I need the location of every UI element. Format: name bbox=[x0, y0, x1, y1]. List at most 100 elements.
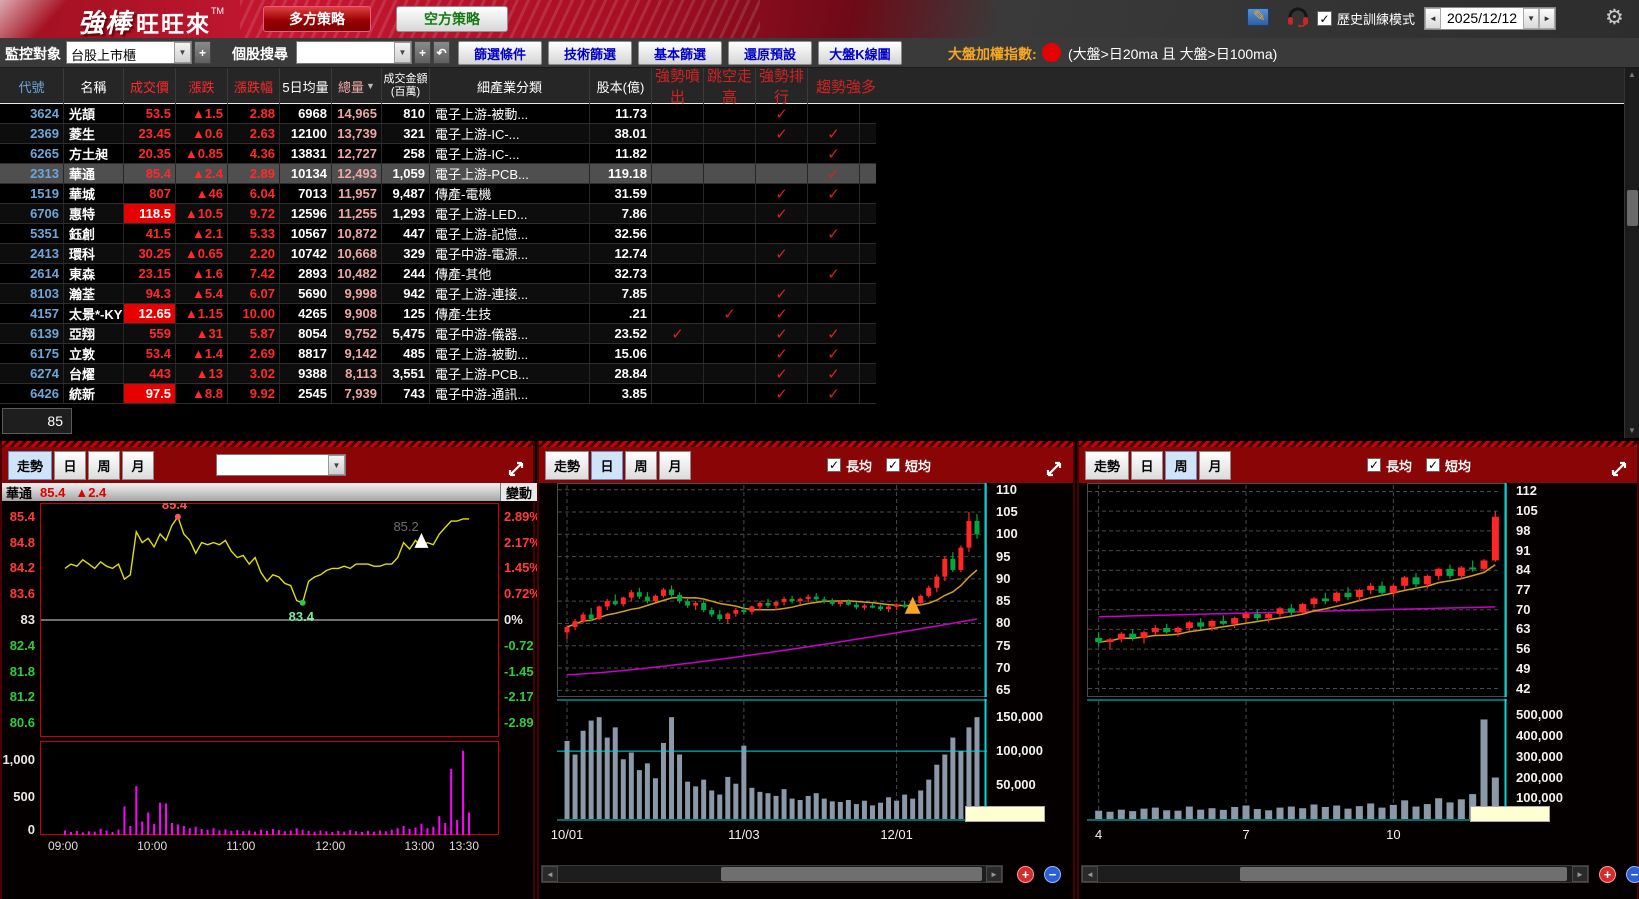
table-row[interactable]: 6426 統新 97.5 ▲8.8 9.92 2545 7,939 743 電子中游-通訊...… bbox=[0, 384, 876, 404]
column-header-4[interactable]: 漲跌 bbox=[176, 68, 228, 104]
column-header-6[interactable]: 5日均量 bbox=[280, 68, 332, 104]
filter-button-4[interactable]: 還原預設 bbox=[728, 41, 812, 65]
scroll-left-icon[interactable]: ◄ bbox=[542, 866, 558, 882]
settings-gear-icon[interactable]: ⚙ bbox=[1605, 5, 1624, 30]
weekly-volume-chart[interactable] bbox=[1087, 699, 1507, 821]
daily-volume-axis: 150,000100,00050,0000 bbox=[993, 699, 1067, 823]
long-strategy-button[interactable]: 多方策略 bbox=[263, 6, 371, 32]
scrollbar-thumb[interactable] bbox=[1240, 867, 1568, 881]
column-header-9[interactable]: 細產業分類 bbox=[430, 68, 590, 104]
column-header-8[interactable]: 成交金額(百萬) bbox=[382, 68, 430, 104]
monitor-add-button[interactable]: + bbox=[194, 41, 211, 64]
tab-周[interactable]: 周 bbox=[88, 450, 121, 480]
monitor-target-select[interactable]: 台股上市櫃 ▼ bbox=[66, 41, 192, 64]
tab-周[interactable]: 周 bbox=[1165, 450, 1198, 480]
table-row[interactable]: 2313 華通 85.4 ▲2.4 2.89 10134 12,493 1,059 電子上游-P… bbox=[0, 164, 876, 184]
chevron-down-icon[interactable]: ▼ bbox=[174, 42, 191, 63]
chevron-down-icon[interactable]: ▼ bbox=[394, 42, 411, 63]
short-strategy-button[interactable]: 空方策略 bbox=[396, 6, 508, 32]
expand-panel-icon[interactable] bbox=[1044, 459, 1064, 484]
column-header-11[interactable]: 強勢噴出 bbox=[652, 68, 704, 106]
headset-support-icon[interactable] bbox=[1286, 7, 1310, 32]
daily-price-chart[interactable] bbox=[557, 483, 987, 697]
column-header-12[interactable]: 跳空走高 bbox=[704, 68, 756, 106]
scroll-up-icon[interactable]: ▲ bbox=[1626, 69, 1638, 81]
tab-月[interactable]: 月 bbox=[659, 450, 692, 480]
column-header-14[interactable]: 趨勢強多 bbox=[808, 68, 1639, 104]
table-row[interactable]: 2413 環科 30.25 ▲0.65 2.20 10742 10,668 329 電子中游-電… bbox=[0, 244, 876, 264]
date-next-button[interactable]: ► bbox=[1539, 8, 1556, 29]
tab-周[interactable]: 周 bbox=[625, 450, 658, 480]
tab-日[interactable]: 日 bbox=[591, 450, 624, 480]
column-header-13[interactable]: 強勢排行 bbox=[756, 68, 808, 106]
stock-search-select[interactable]: ▼ bbox=[296, 41, 412, 64]
column-header-1[interactable]: 代號 bbox=[0, 68, 64, 104]
table-vertical-scrollbar[interactable]: ▲ ▼ bbox=[1624, 68, 1639, 438]
ma-checkbox-短均[interactable]: ✓ bbox=[1426, 458, 1441, 472]
table-row[interactable]: 6139 亞翔 559 ▲31 5.87 8054 9,752 5,475 電子中游-儀器...… bbox=[0, 324, 876, 344]
tab-月[interactable]: 月 bbox=[122, 450, 155, 480]
tab-走勢[interactable]: 走勢 bbox=[8, 450, 53, 480]
filter-button-3[interactable]: 基本篩選 bbox=[638, 41, 722, 65]
column-header-2[interactable]: 名稱 bbox=[64, 68, 124, 104]
table-row[interactable]: 6706 惠特 118.5 ▲10.5 9.72 12596 11,255 1,293 電子上游… bbox=[0, 204, 876, 224]
scrollbar-track[interactable] bbox=[1098, 866, 1572, 882]
scroll-right-icon[interactable]: ► bbox=[986, 866, 1002, 882]
ma-checkbox-長均[interactable]: ✓ bbox=[1367, 458, 1382, 472]
column-header-10[interactable]: 股本(億) bbox=[590, 68, 652, 104]
table-row[interactable]: 4157 太景*-KY 12.65 ▲1.15 10.00 4265 9,908 125 傳產-… bbox=[0, 304, 876, 324]
table-row[interactable]: 2369 菱生 23.45 ▲0.6 2.63 12100 13,739 321 電子上游-IC… bbox=[0, 124, 876, 144]
ma-checkbox-短均[interactable]: ✓ bbox=[886, 458, 901, 472]
weekly-price-chart[interactable] bbox=[1087, 483, 1507, 697]
daily-horizontal-scrollbar[interactable]: ◄ ► bbox=[541, 865, 1003, 883]
tab-日[interactable]: 日 bbox=[1131, 450, 1164, 480]
scrollbar-thumb[interactable] bbox=[1627, 190, 1638, 226]
table-row[interactable]: 6175 立敦 53.4 ▲1.4 2.69 8817 9,142 485 電子上游-被動...… bbox=[0, 344, 876, 364]
search-add-button[interactable]: + bbox=[414, 41, 431, 64]
date-prev-button[interactable]: ◄ bbox=[1425, 8, 1441, 29]
scrollbar-track[interactable] bbox=[558, 866, 986, 882]
column-header-5[interactable]: 漲跌幅 bbox=[228, 68, 280, 104]
scroll-left-icon[interactable]: ◄ bbox=[1082, 866, 1098, 882]
filter-button-2[interactable]: 技術篩選 bbox=[548, 41, 632, 65]
zoom-out-icon[interactable]: − bbox=[1626, 866, 1639, 883]
search-undo-button[interactable]: ↶ bbox=[433, 41, 450, 64]
date-value[interactable]: 2025/12/12 bbox=[1441, 8, 1524, 29]
table-row[interactable]: 6265 方土昶 20.35 ▲0.85 4.36 13831 12,727 258 電子上游-… bbox=[0, 144, 876, 164]
chevron-down-icon[interactable]: ▼ bbox=[328, 455, 346, 475]
intraday-volume-chart[interactable] bbox=[40, 741, 499, 835]
weekly-horizontal-scrollbar[interactable]: ◄ ► bbox=[1081, 865, 1589, 883]
scroll-down-icon[interactable]: ▼ bbox=[1626, 425, 1638, 437]
tab-走勢[interactable]: 走勢 bbox=[545, 450, 590, 480]
indicator-select[interactable]: ▼ bbox=[216, 454, 347, 476]
scroll-right-icon[interactable]: ► bbox=[1572, 866, 1588, 882]
filter-button-5[interactable]: 大盤K線圖 bbox=[818, 41, 902, 65]
table-row[interactable]: 5351 鈺創 41.5 ▲2.1 5.33 10567 10,872 447 電子上游-記憶.… bbox=[0, 224, 876, 244]
tab-走勢[interactable]: 走勢 bbox=[1085, 450, 1130, 480]
table-row[interactable]: 2614 東森 23.15 ▲1.6 7.42 2893 10,482 244 傳產-其他 32.… bbox=[0, 264, 876, 284]
daily-volume-chart[interactable] bbox=[557, 699, 987, 821]
tab-月[interactable]: 月 bbox=[1199, 450, 1232, 480]
zoom-in-icon[interactable]: + bbox=[1017, 866, 1034, 883]
scrollbar-thumb[interactable] bbox=[720, 867, 982, 881]
history-mode-checkbox[interactable]: ✓ bbox=[1317, 11, 1332, 26]
change-mode-label[interactable]: 變動 bbox=[499, 483, 537, 501]
table-row[interactable]: 8103 瀚荃 94.3 ▲5.4 6.07 5690 9,998 942 電子上游-連接...… bbox=[0, 284, 876, 304]
column-header-7[interactable]: 總量 ▼ bbox=[332, 68, 382, 104]
zoom-out-icon[interactable]: − bbox=[1044, 866, 1061, 883]
table-row[interactable]: 6274 台燿 443 ▲13 3.02 9388 8,113 3,551 電子上游-PCB..… bbox=[0, 364, 876, 384]
date-dropdown-button[interactable]: ▼ bbox=[1523, 8, 1540, 29]
expand-panel-icon[interactable] bbox=[1609, 459, 1629, 484]
table-row[interactable]: 1519 華城 807 ▲46 6.04 7013 11,957 9,487 傳產-電機 31.5… bbox=[0, 184, 876, 204]
intraday-price-chart[interactable]: 85.4 83.4 85.2 bbox=[40, 503, 499, 737]
table-row[interactable]: 3624 光頡 53.5 ▲1.5 2.88 6968 14,965 810 電子上游-被動..… bbox=[0, 104, 876, 124]
column-header-3[interactable]: 成交價 bbox=[124, 68, 176, 104]
chart-edit-icon[interactable]: ✎ bbox=[1247, 8, 1269, 26]
zoom-in-icon[interactable]: + bbox=[1599, 866, 1616, 883]
expand-panel-icon[interactable] bbox=[506, 459, 526, 484]
ma-label-長均: 長均 bbox=[1386, 458, 1413, 474]
filter-button-1[interactable]: 篩選條件 bbox=[458, 41, 542, 65]
tab-日[interactable]: 日 bbox=[54, 450, 87, 480]
history-mode-toggle[interactable]: ✓ 歷史訓練模式 bbox=[1317, 9, 1415, 28]
ma-checkbox-長均[interactable]: ✓ bbox=[827, 458, 842, 472]
